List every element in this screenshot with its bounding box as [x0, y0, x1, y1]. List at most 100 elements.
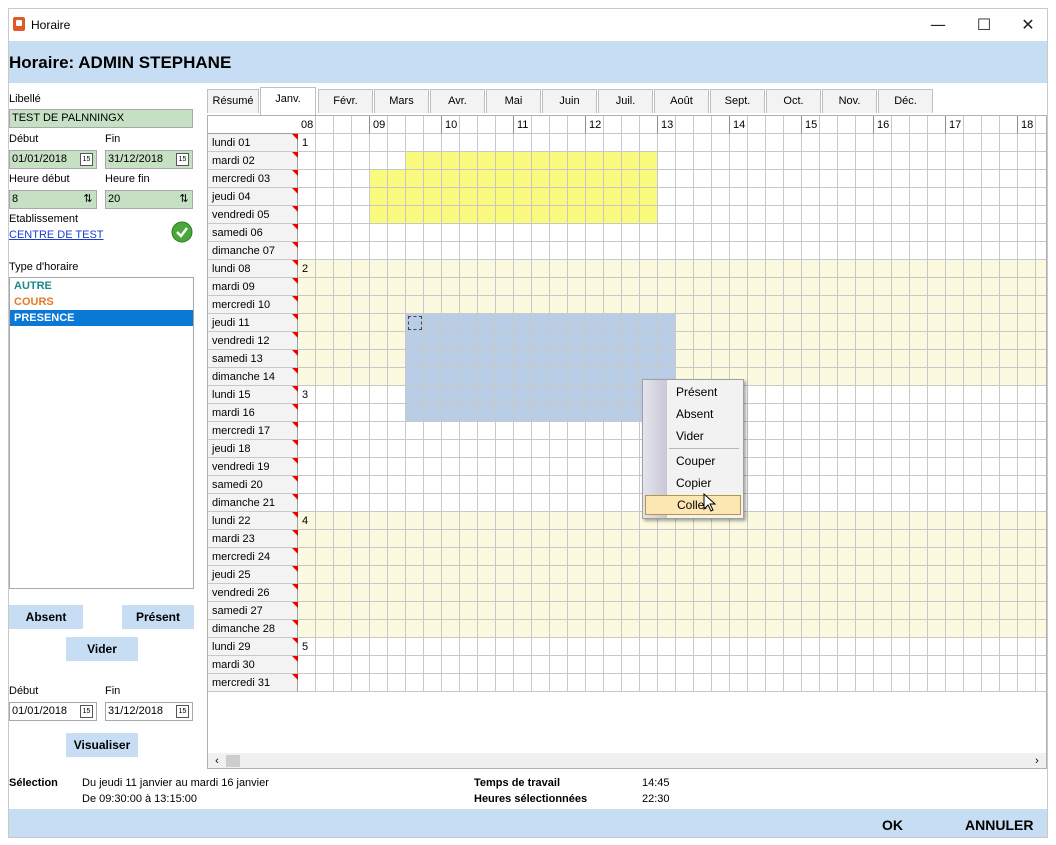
grid-cell[interactable] [730, 278, 748, 296]
grid-cell[interactable] [352, 404, 370, 422]
grid-cell[interactable] [352, 422, 370, 440]
grid-cell[interactable] [766, 638, 784, 656]
grid-cell[interactable] [442, 350, 460, 368]
grid-cell[interactable] [586, 656, 604, 674]
grid-cell[interactable] [424, 188, 442, 206]
grid-cell[interactable] [964, 422, 982, 440]
grid-cell[interactable] [676, 260, 694, 278]
grid-cell[interactable] [406, 152, 424, 170]
grid-cell[interactable] [604, 350, 622, 368]
grid-cell[interactable] [568, 206, 586, 224]
grid-cell[interactable] [856, 386, 874, 404]
grid-cell[interactable] [532, 368, 550, 386]
grid-cell[interactable] [676, 566, 694, 584]
grid-cell[interactable] [532, 404, 550, 422]
grid-cell[interactable] [316, 152, 334, 170]
grid-cell[interactable] [640, 350, 658, 368]
grid-cell[interactable] [334, 638, 352, 656]
grid-cell[interactable] [1036, 656, 1046, 674]
grid-cell[interactable] [424, 458, 442, 476]
type-item-presence[interactable]: PRESENCE [10, 310, 193, 326]
grid-cell[interactable] [388, 584, 406, 602]
grid-cell[interactable] [334, 296, 352, 314]
grid-cell[interactable] [1018, 458, 1036, 476]
grid-cell[interactable] [784, 422, 802, 440]
grid-cell[interactable] [838, 404, 856, 422]
grid-cell[interactable] [784, 530, 802, 548]
grid-cell[interactable] [1000, 476, 1018, 494]
grid-cell[interactable] [640, 566, 658, 584]
grid-cell[interactable] [424, 566, 442, 584]
grid-cell[interactable] [1036, 548, 1046, 566]
grid-cell[interactable] [640, 584, 658, 602]
grid-cell[interactable] [370, 638, 388, 656]
grid-cell[interactable] [1000, 332, 1018, 350]
grid-cell[interactable] [658, 638, 676, 656]
grid-cell[interactable] [694, 134, 712, 152]
grid-cell[interactable] [316, 422, 334, 440]
grid-cell[interactable] [352, 188, 370, 206]
grid-cell[interactable] [550, 134, 568, 152]
grid-cell[interactable] [442, 620, 460, 638]
grid-cell[interactable] [910, 152, 928, 170]
grid-cell[interactable] [334, 548, 352, 566]
grid-cell[interactable] [460, 584, 478, 602]
present-button[interactable]: Présent [122, 605, 194, 629]
grid-cell[interactable] [370, 458, 388, 476]
grid-cell[interactable] [406, 674, 424, 692]
grid-cell[interactable] [748, 134, 766, 152]
grid-cell[interactable] [730, 548, 748, 566]
grid-cell[interactable] [712, 548, 730, 566]
grid-cell[interactable] [388, 314, 406, 332]
grid-cell[interactable] [748, 530, 766, 548]
grid-cell[interactable] [874, 224, 892, 242]
grid-cell[interactable] [838, 656, 856, 674]
grid-cell[interactable] [784, 296, 802, 314]
grid-cell[interactable] [334, 674, 352, 692]
grid-cell[interactable] [586, 332, 604, 350]
grid-cell[interactable] [334, 170, 352, 188]
grid-cell[interactable] [982, 530, 1000, 548]
grid-cell[interactable] [802, 512, 820, 530]
tab-10[interactable]: Oct. [766, 89, 821, 113]
grid-cell[interactable] [820, 350, 838, 368]
grid-cell[interactable] [766, 620, 784, 638]
grid-cell[interactable] [820, 206, 838, 224]
grid-cell[interactable] [406, 476, 424, 494]
grid-cell[interactable] [316, 566, 334, 584]
grid-cell[interactable] [694, 602, 712, 620]
grid-cell[interactable] [1000, 188, 1018, 206]
grid-cell[interactable] [928, 332, 946, 350]
grid-cell[interactable] [514, 602, 532, 620]
grid-cell[interactable] [730, 602, 748, 620]
grid-cell[interactable] [1036, 350, 1046, 368]
tab-5[interactable]: Mai [486, 89, 541, 113]
grid-cell[interactable] [1018, 674, 1036, 692]
grid-cell[interactable] [1018, 134, 1036, 152]
grid-cell[interactable] [1036, 368, 1046, 386]
grid-cell[interactable] [766, 188, 784, 206]
grid-cell[interactable] [838, 674, 856, 692]
grid-cell[interactable] [496, 476, 514, 494]
grid-cell[interactable] [856, 260, 874, 278]
grid-cell[interactable] [388, 332, 406, 350]
grid-cell[interactable] [802, 170, 820, 188]
grid-cell[interactable] [910, 674, 928, 692]
ok-button[interactable]: OK [882, 817, 903, 833]
grid-cell[interactable] [1000, 602, 1018, 620]
grid-cell[interactable] [784, 584, 802, 602]
grid-cell[interactable] [910, 422, 928, 440]
grid-cell[interactable] [478, 242, 496, 260]
grid-cell[interactable] [928, 314, 946, 332]
grid-cell[interactable] [496, 440, 514, 458]
grid-cell[interactable] [982, 386, 1000, 404]
grid-cell[interactable] [1018, 656, 1036, 674]
grid-cell[interactable] [640, 656, 658, 674]
grid-cell[interactable] [820, 278, 838, 296]
grid-cell[interactable] [748, 638, 766, 656]
grid-cell[interactable] [838, 332, 856, 350]
grid-cell[interactable] [334, 278, 352, 296]
grid-cell[interactable] [802, 332, 820, 350]
grid-cell[interactable] [1036, 224, 1046, 242]
grid-cell[interactable] [658, 674, 676, 692]
